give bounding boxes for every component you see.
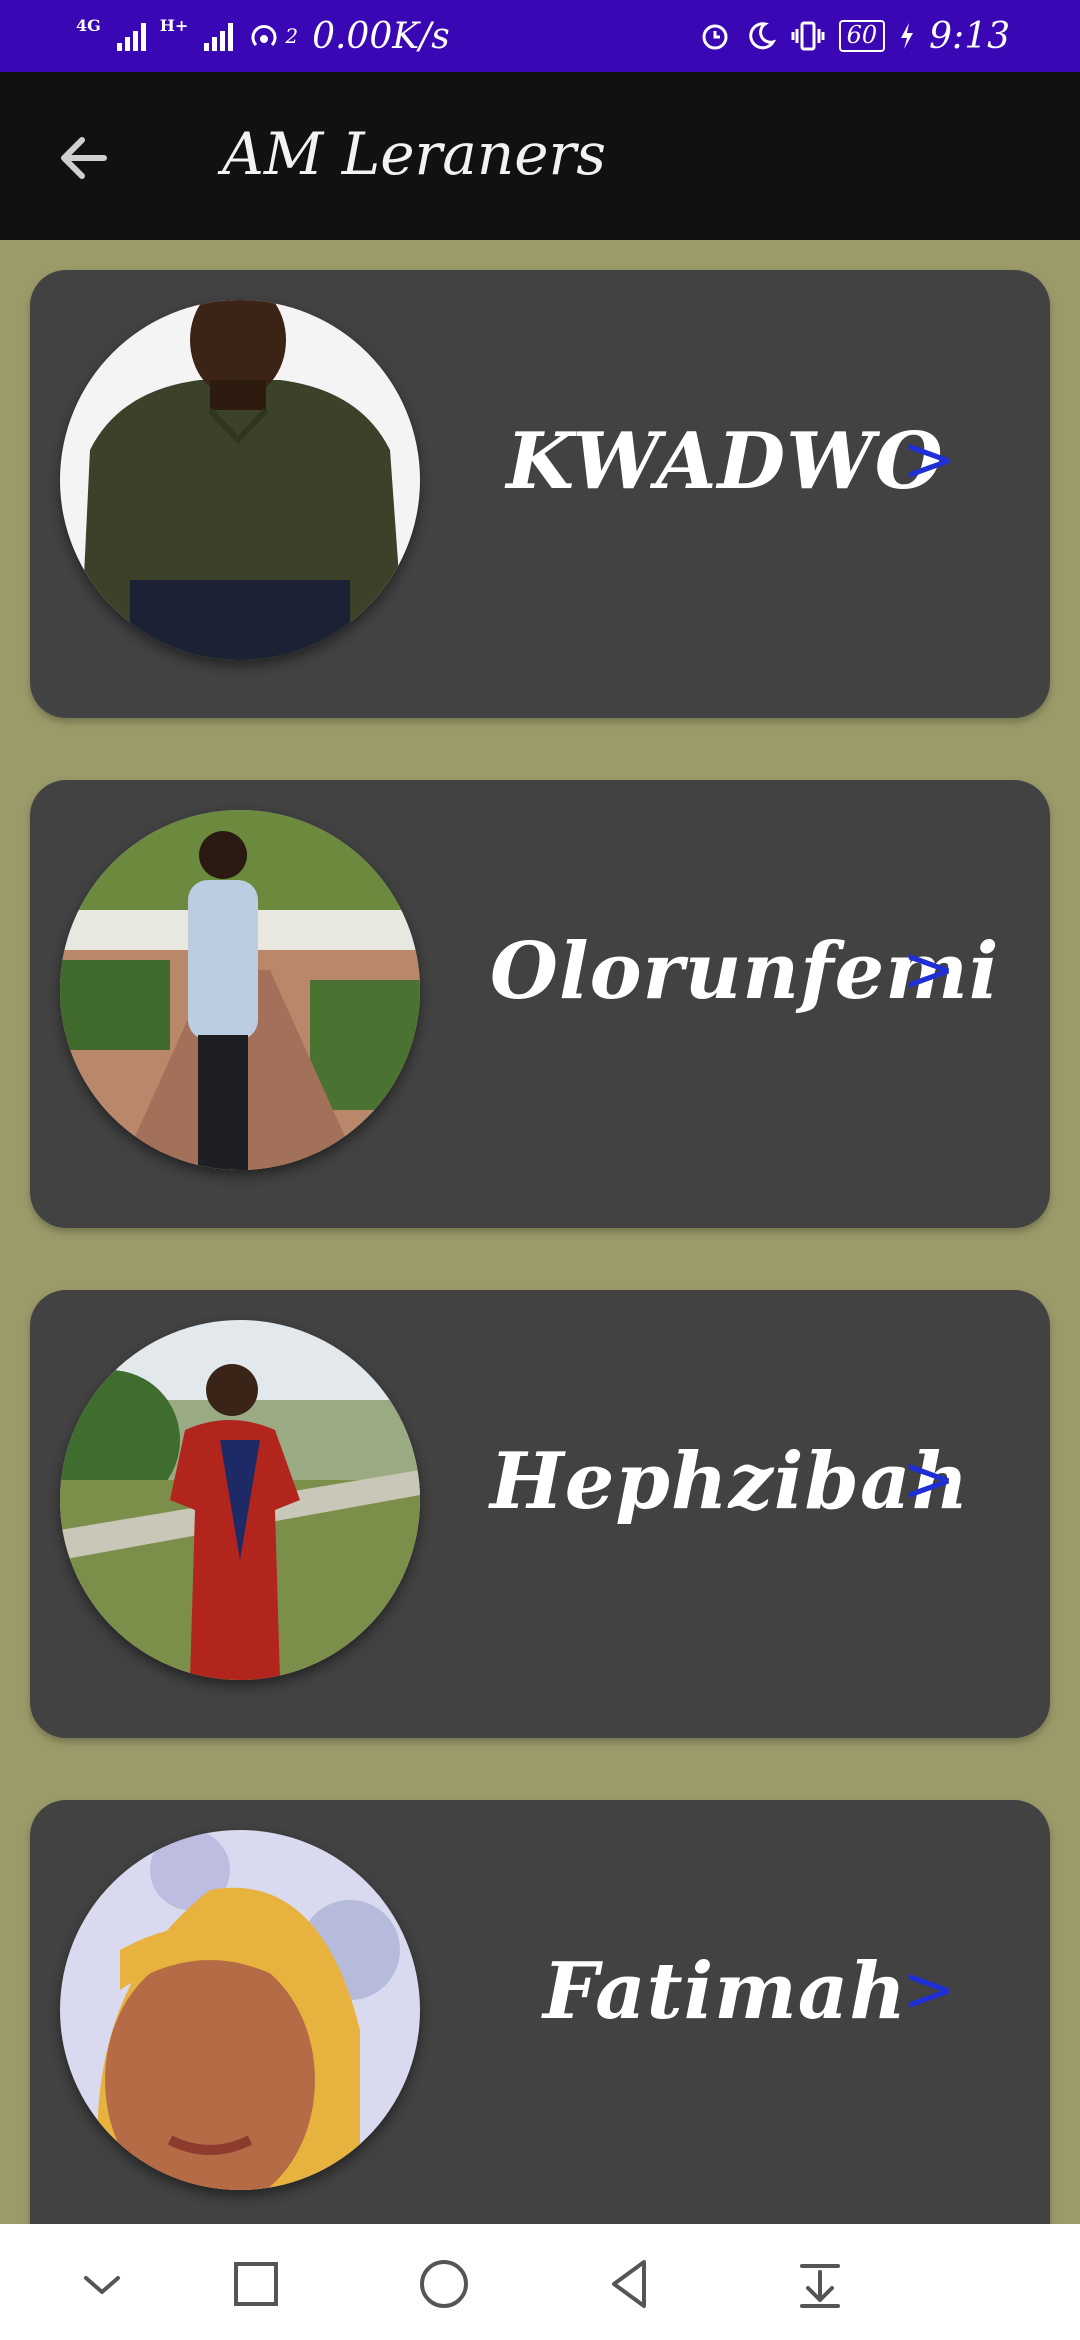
system-nav-bar xyxy=(0,2224,1080,2340)
net-speed: 0.00K/s xyxy=(312,15,450,57)
network-4g-label: 4G xyxy=(76,15,101,35)
app-bar: AM Leraners xyxy=(0,72,1080,240)
chevron-right-icon[interactable]: > xyxy=(902,1440,956,1520)
learner-photo xyxy=(60,1320,420,1680)
charging-icon xyxy=(901,23,914,49)
learner-name: Hephzibah xyxy=(490,1436,970,1527)
chevron-right-icon[interactable]: > xyxy=(902,930,956,1010)
learner-name: Fatimah xyxy=(542,1946,908,2037)
hotspot-count: 2 xyxy=(285,24,299,48)
status-left: 4G H+ 2 0.00K/s xyxy=(76,16,450,57)
hotspot-icon xyxy=(251,25,277,47)
avatar xyxy=(60,1320,420,1680)
back-icon[interactable] xyxy=(600,2254,660,2314)
signal-4g-icon xyxy=(116,21,146,51)
learner-name: Olorunfemi xyxy=(490,926,1000,1017)
chevron-right-icon[interactable]: > xyxy=(902,1950,956,2030)
notifications-pull-icon[interactable] xyxy=(790,2254,850,2314)
learner-card-kwadwo[interactable]: KWADWO > xyxy=(30,270,1050,718)
learner-photo xyxy=(60,300,420,660)
arrow-left-icon[interactable] xyxy=(54,128,114,188)
learner-card-hephzibah[interactable]: Hephzibah > xyxy=(30,1290,1050,1738)
signal-h-icon xyxy=(204,21,234,51)
battery-icon: 60 xyxy=(838,20,886,52)
home-icon[interactable] xyxy=(414,2254,474,2314)
learner-card-fatimah[interactable]: Fatimah > xyxy=(30,1800,1050,2270)
alarm-icon xyxy=(702,24,728,50)
collapse-icon[interactable] xyxy=(72,2254,132,2314)
page-title: AM Leraners xyxy=(222,120,607,188)
recents-icon[interactable] xyxy=(226,2254,286,2314)
clock: 9:13 xyxy=(929,15,1010,57)
status-right: 60 9:13 xyxy=(699,16,1010,57)
learner-photo xyxy=(60,1830,420,2190)
chevron-right-icon[interactable]: > xyxy=(902,420,956,500)
avatar xyxy=(60,810,420,1170)
learner-card-olorunfemi[interactable]: Olorunfemi > xyxy=(30,780,1050,1228)
vibrate-icon xyxy=(791,21,825,51)
status-bar: 4G H+ 2 0.00K/s 60 9:13 xyxy=(0,0,1080,72)
network-h-label: H+ xyxy=(159,15,189,35)
moon-icon xyxy=(748,22,776,50)
avatar xyxy=(60,1830,420,2190)
learner-name: KWADWO xyxy=(506,416,944,507)
learner-photo xyxy=(60,810,420,1170)
avatar xyxy=(60,300,420,660)
